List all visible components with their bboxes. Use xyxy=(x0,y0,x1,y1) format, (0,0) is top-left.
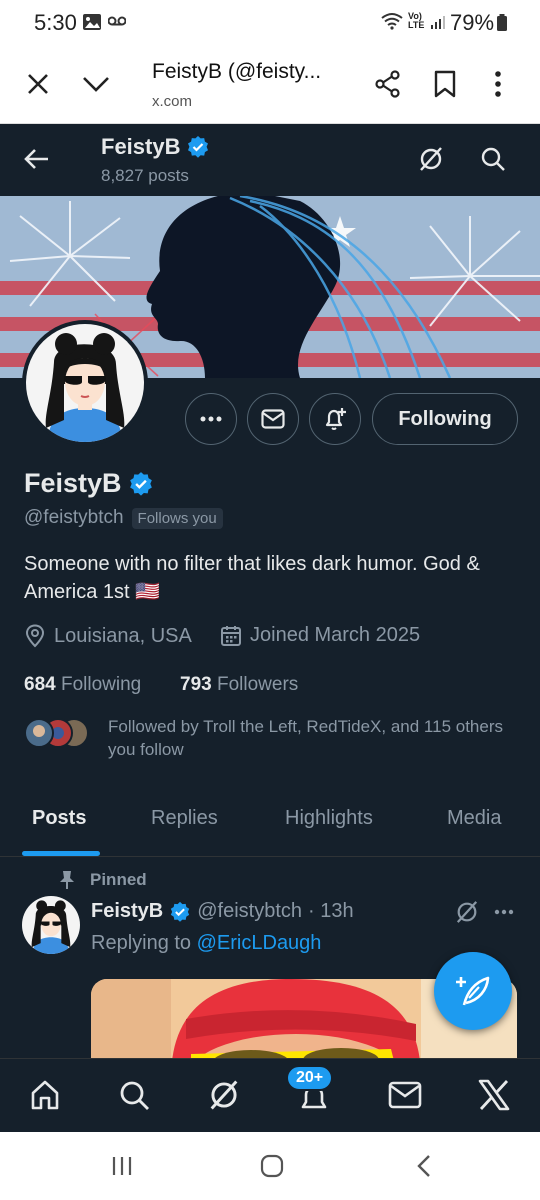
network-type: Vo) LTE xyxy=(408,11,425,30)
signal-icon xyxy=(430,14,446,30)
grok-post-icon[interactable] xyxy=(455,900,479,924)
replying-to-line: Replying to @EricLDaugh xyxy=(91,932,321,955)
verified-badge-icon xyxy=(186,135,210,159)
battery-icon xyxy=(496,14,508,32)
followers-label: Followers xyxy=(216,674,299,695)
back-button-icon[interactable] xyxy=(416,1154,432,1178)
header-name: FeistyB xyxy=(101,134,181,159)
recent-apps-icon[interactable] xyxy=(111,1156,133,1176)
wifi-icon xyxy=(380,12,404,30)
profile-bio: Someone with no filter that likes dark h… xyxy=(24,553,480,603)
envelope-icon xyxy=(261,409,285,429)
notification-count-badge: 20+ xyxy=(286,1065,334,1091)
compose-post-button[interactable] xyxy=(434,952,512,1030)
following-count-link[interactable]: 684 Following xyxy=(24,674,141,696)
header-post-count: 8,827 posts xyxy=(101,166,189,185)
page-url[interactable]: x.com xyxy=(152,93,192,110)
notifications-subscribe-button[interactable] xyxy=(309,393,361,445)
replying-prefix: Replying to xyxy=(91,932,192,954)
verified-badge-icon xyxy=(169,901,191,923)
home-icon[interactable] xyxy=(29,1079,61,1111)
tab-posts[interactable]: Posts xyxy=(32,807,86,830)
x-logo-icon[interactable] xyxy=(478,1079,510,1111)
post-author-handle[interactable]: @feistybtch xyxy=(197,900,302,923)
followers-count: 793 xyxy=(180,674,212,695)
tab-replies[interactable]: Replies xyxy=(151,807,218,830)
compose-feather-icon xyxy=(456,976,490,1006)
profile-name: FeistyB xyxy=(24,468,122,498)
grok-nav-icon[interactable] xyxy=(208,1079,240,1111)
verified-badge-icon xyxy=(128,471,154,497)
bell-plus-icon xyxy=(325,408,346,430)
more-vertical-icon[interactable] xyxy=(494,70,502,98)
browser-toolbar: FeistyB (@feisty... x.com xyxy=(0,46,540,124)
tab-media[interactable]: Media xyxy=(447,807,501,830)
page-title[interactable]: FeistyB (@feisty... xyxy=(152,60,321,84)
bookmark-icon[interactable] xyxy=(434,70,456,98)
home-button-icon[interactable] xyxy=(260,1154,284,1178)
close-icon[interactable] xyxy=(26,72,50,96)
messages-icon[interactable] xyxy=(388,1081,422,1109)
more-horizontal-icon xyxy=(200,416,222,422)
status-bar: 5:30 Vo) LTE 79% xyxy=(0,0,540,46)
search-nav-icon[interactable] xyxy=(118,1079,150,1111)
profile-handle-row: @feistybtch Follows you xyxy=(24,507,223,529)
pin-icon xyxy=(60,871,74,889)
profile-location: Louisiana, USA xyxy=(24,624,192,648)
followed-by-avatars[interactable] xyxy=(24,718,94,748)
replying-to-link[interactable]: @EricLDaugh xyxy=(197,932,322,954)
profile-page: FeistyB 8,827 posts Following FeistyB @f… xyxy=(0,124,540,1058)
grok-icon[interactable] xyxy=(418,146,444,172)
back-arrow-icon[interactable] xyxy=(24,148,50,170)
profile-avatar[interactable] xyxy=(22,320,148,446)
more-options-button[interactable] xyxy=(185,393,237,445)
calendar-icon xyxy=(221,625,241,646)
pinned-indicator: Pinned xyxy=(58,870,147,890)
pinned-label: Pinned xyxy=(90,870,147,889)
tabs-divider xyxy=(0,856,540,857)
system-navigation-bar xyxy=(0,1132,540,1200)
location-text: Louisiana, USA xyxy=(54,624,192,647)
bottom-navigation: 20+ xyxy=(0,1058,540,1132)
voicemail-icon xyxy=(108,16,126,26)
followed-by-text[interactable]: Followed by Troll the Left, RedTideX, an… xyxy=(108,715,518,761)
post-time: · 13h xyxy=(308,900,354,922)
status-time: 5:30 xyxy=(34,10,77,35)
profile-name-row: FeistyB xyxy=(24,468,154,499)
profile-joined: Joined March 2025 xyxy=(220,624,420,647)
location-pin-icon xyxy=(25,624,45,648)
followers-count-link[interactable]: 793 Followers xyxy=(180,674,298,696)
joined-text: Joined March 2025 xyxy=(250,624,421,646)
following-button[interactable]: Following xyxy=(372,393,518,445)
post-header: FeistyB @feistybtch · 13h xyxy=(91,900,354,923)
post-author-name[interactable]: FeistyB xyxy=(91,900,163,923)
tab-highlights[interactable]: Highlights xyxy=(285,807,373,830)
gallery-icon xyxy=(82,13,102,31)
battery-percent: 79% xyxy=(450,10,495,35)
following-count: 684 xyxy=(24,674,56,695)
following-label: Following xyxy=(60,674,142,695)
header-name-row: FeistyB xyxy=(101,134,210,160)
post-more-icon[interactable] xyxy=(494,909,514,915)
chevron-down-icon[interactable] xyxy=(82,76,110,92)
profile-handle: @feistybtch xyxy=(24,507,124,528)
share-icon[interactable] xyxy=(374,70,402,98)
follows-you-badge: Follows you xyxy=(131,507,223,529)
message-button[interactable] xyxy=(247,393,299,445)
search-icon[interactable] xyxy=(480,146,506,172)
post-avatar[interactable] xyxy=(22,896,80,954)
